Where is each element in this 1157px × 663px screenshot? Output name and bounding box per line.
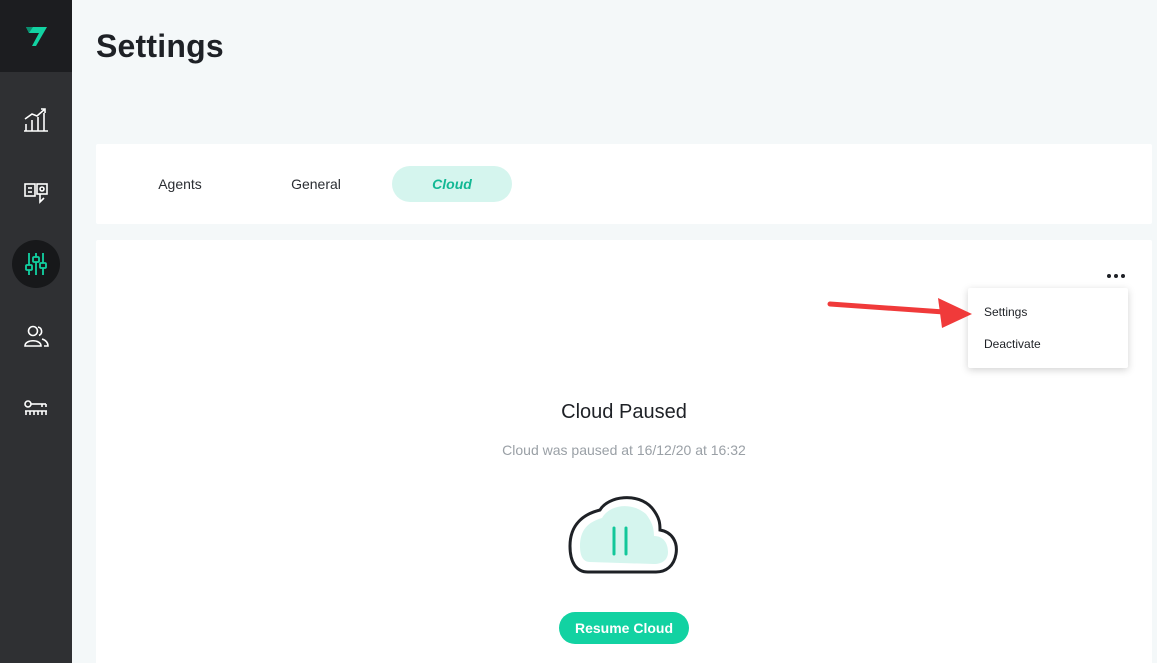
more-dot-icon [1121,274,1125,278]
cloud-status-subtitle: Cloud was paused at 16/12/20 at 16:32 [502,442,746,458]
analytics-icon [24,108,48,132]
tab-agents[interactable]: Agents [136,166,224,202]
options-dropdown-menu: Settings Deactivate [968,288,1128,368]
nav-tickets[interactable] [12,168,60,216]
nav-analytics[interactable] [12,96,60,144]
more-dot-icon [1114,274,1118,278]
api-key-icon [24,400,47,415]
tab-general[interactable]: General [272,166,360,202]
settings-sliders-icon [25,253,47,275]
tickets-icon [24,183,48,204]
users-icon [24,325,49,347]
nav-users[interactable] [12,312,60,360]
cloud-status-title: Cloud Paused [561,401,687,423]
sidebar [0,0,72,663]
more-options-button[interactable] [1102,266,1130,286]
brand-logo[interactable] [0,0,72,72]
nav-settings[interactable] [12,240,60,288]
cloud-panel: Settings Deactivate Cloud Paused Cloud w… [96,240,1152,663]
menu-item-deactivate[interactable]: Deactivate [968,328,1128,360]
annotation-arrow-icon [827,298,972,328]
resume-cloud-button[interactable]: Resume Cloud [559,612,689,644]
page-title: Settings [96,28,224,64]
menu-item-settings[interactable]: Settings [968,296,1128,328]
cloud-paused-icon [568,496,678,574]
nav-api-keys[interactable] [12,384,60,432]
logo-icon [26,27,47,46]
tabs-bar: Agents General Cloud [96,144,1152,224]
more-dot-icon [1107,274,1111,278]
tab-cloud[interactable]: Cloud [392,166,512,202]
